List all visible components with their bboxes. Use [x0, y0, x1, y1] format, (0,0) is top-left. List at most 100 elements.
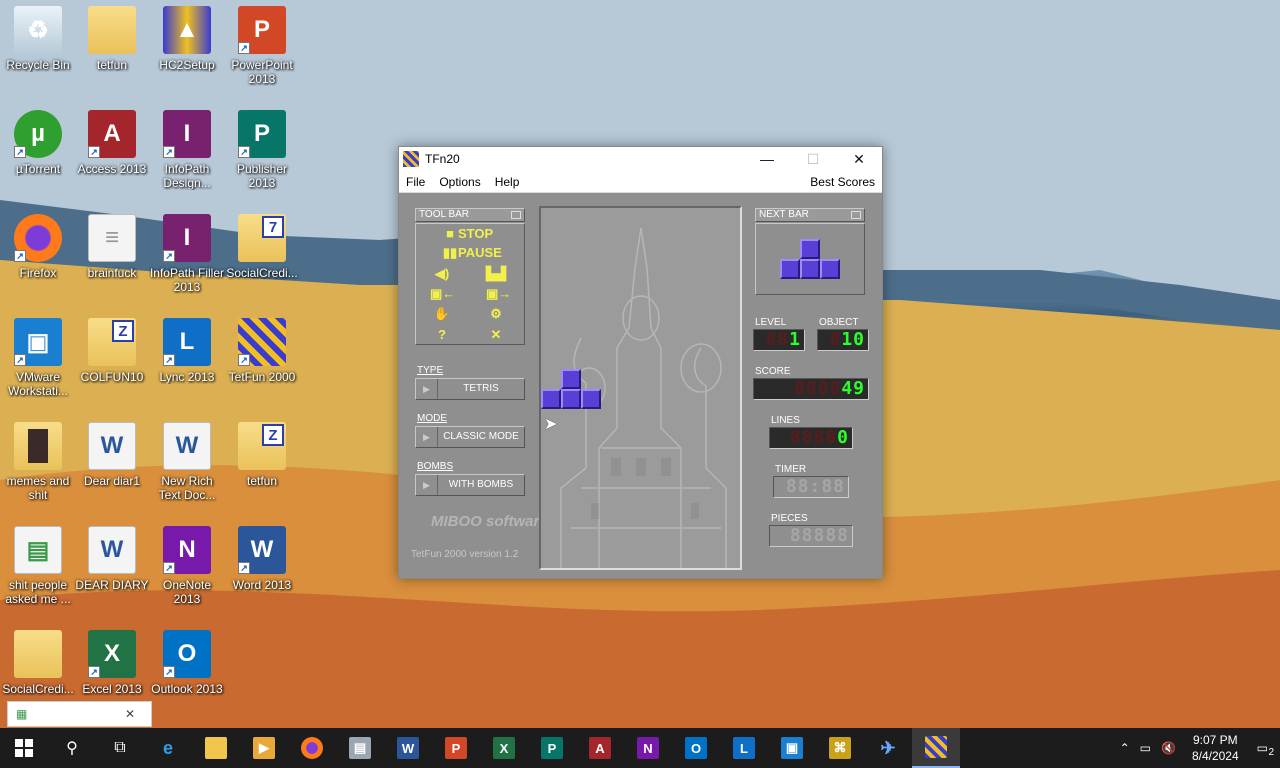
- score-label: SCORE: [755, 366, 791, 377]
- hc2setup-file[interactable]: ▲ HC2Setup: [149, 6, 225, 106]
- taskbar-control-panel[interactable]: ▤: [336, 728, 384, 768]
- taskbar-app-yellow[interactable]: ⌘: [816, 728, 864, 768]
- onenote-shortcut[interactable]: N ↗ OneNote 2013: [149, 526, 225, 626]
- menu-options[interactable]: Options: [432, 175, 487, 189]
- collapse-icon[interactable]: [851, 211, 861, 219]
- network-icon[interactable]: ▭: [1136, 741, 1155, 755]
- access-icon: A: [589, 737, 611, 759]
- rich-text-doc[interactable]: W New Rich Text Doc...: [149, 422, 225, 522]
- taskbar-excel[interactable]: X: [480, 728, 528, 768]
- onenote-icon: N ↗: [163, 526, 211, 574]
- chevron-up-icon[interactable]: ⌃: [1114, 741, 1136, 755]
- taskbar-outlook[interactable]: O: [672, 728, 720, 768]
- minimize-button[interactable]: —: [744, 147, 790, 171]
- menu-file[interactable]: File: [399, 175, 432, 189]
- arrow-right-icon[interactable]: ▶: [416, 427, 438, 447]
- vmware-shortcut[interactable]: ▣ ↗ VMware Workstati...: [0, 318, 76, 418]
- infopath-filler-shortcut[interactable]: I ↗ InfoPath Filler 2013: [149, 214, 225, 314]
- bombs-value: WITH BOMBS: [448, 479, 514, 490]
- exit-icon[interactable]: ✕: [486, 327, 506, 343]
- outlook-shortcut[interactable]: O ↗ Outlook 2013: [149, 630, 225, 730]
- mouse-cursor-icon: ➤: [544, 416, 558, 433]
- lync-shortcut[interactable]: L ↗ Lync 2013: [149, 318, 225, 418]
- taskbar-media-player[interactable]: ▶: [240, 728, 288, 768]
- game-playfield[interactable]: ➤: [539, 206, 742, 570]
- word-doc-dear-diary[interactable]: W DEAR DIARY: [74, 526, 150, 626]
- menu-best-scores[interactable]: Best Scores: [803, 175, 882, 189]
- tetfun-icon: [925, 736, 947, 758]
- taskbar-thumbnail-preview[interactable]: ▦ ✕: [7, 701, 152, 727]
- brainfuck-file[interactable]: ≡ brainfuck: [74, 214, 150, 314]
- search-button[interactable]: ⚲: [48, 728, 96, 768]
- tetfun-zip[interactable]: Z tetfun: [224, 422, 300, 522]
- desktop-icon-label: µTorrent: [15, 162, 61, 176]
- taskbar-vmware[interactable]: ▣: [768, 728, 816, 768]
- socialcredit-zip[interactable]: 7 SocialCredi...: [224, 214, 300, 314]
- trash-icon: ♻: [14, 6, 62, 54]
- tetfun-folder[interactable]: tetfun: [74, 6, 150, 106]
- load-icon[interactable]: ▣←: [430, 286, 455, 302]
- media-player-icon: ▶: [253, 737, 275, 759]
- publisher-icon: P ↗: [238, 110, 286, 158]
- tetfun2000-shortcut[interactable]: ↗ TetFun 2000: [224, 318, 300, 418]
- app-icon: ▦: [16, 707, 28, 721]
- access-icon: A ↗: [88, 110, 136, 158]
- word-doc-dear-diar1[interactable]: W Dear diar1: [74, 422, 150, 522]
- settings-icon[interactable]: ⚙: [486, 306, 506, 322]
- blocks-icon[interactable]: ▙▟: [486, 266, 506, 282]
- arrow-right-icon[interactable]: ▶: [416, 475, 438, 495]
- close-icon[interactable]: ✕: [125, 707, 135, 721]
- start-button[interactable]: [0, 728, 48, 768]
- recycle-bin-icon[interactable]: ♻ Recycle Bin: [0, 6, 76, 106]
- taskbar-app-bird[interactable]: ✈: [864, 728, 912, 768]
- access-shortcut[interactable]: A ↗ Access 2013: [74, 110, 150, 210]
- type-value: TETRIS: [463, 383, 499, 394]
- vmware-icon: ▣ ↗: [14, 318, 62, 366]
- sound-icon[interactable]: ◀): [432, 266, 452, 282]
- window-titlebar[interactable]: TFn20 — ☐ ✕: [399, 147, 882, 171]
- taskbar-tetfun[interactable]: [912, 728, 960, 768]
- close-button[interactable]: ✕: [836, 147, 882, 171]
- desktop-icon-label: Outlook 2013: [151, 682, 223, 696]
- taskbar-internet-explorer[interactable]: e: [144, 728, 192, 768]
- taskbar-access[interactable]: A: [576, 728, 624, 768]
- utorrent-shortcut[interactable]: µ ↗ µTorrent: [0, 110, 76, 210]
- clock[interactable]: 9:07 PM 8/4/2024: [1182, 732, 1249, 764]
- taskbar-powerpoint[interactable]: P: [432, 728, 480, 768]
- taskbar-lync[interactable]: L: [720, 728, 768, 768]
- score-display: 888849: [753, 378, 869, 400]
- toolbar-panel: ■ STOP ▮▮ PAUSE ◀) ▙▟ ▣← ▣→ ✋ ⚙ ? ✕: [415, 223, 525, 345]
- infopath-icon: I ↗: [163, 214, 211, 262]
- save-icon[interactable]: ▣→: [486, 286, 511, 302]
- menu-help[interactable]: Help: [488, 175, 527, 189]
- publisher-shortcut[interactable]: P ↗ Publisher 2013: [224, 110, 300, 210]
- volume-muted-icon[interactable]: 🔇: [1155, 741, 1182, 755]
- taskbar-firefox[interactable]: [288, 728, 336, 768]
- pause-button[interactable]: PAUSE: [458, 245, 502, 260]
- bombs-selector[interactable]: ▶ WITH BOMBS: [415, 474, 525, 496]
- taskbar-onenote[interactable]: N: [624, 728, 672, 768]
- task-view-button[interactable]: ⧉: [96, 728, 144, 768]
- help-icon[interactable]: ?: [432, 327, 452, 343]
- clock-date: 8/4/2024: [1191, 749, 1239, 763]
- powerpoint-shortcut[interactable]: P ↗ PowerPoint 2013: [224, 6, 300, 106]
- hand-icon[interactable]: ✋: [432, 306, 452, 322]
- infopath-designer-shortcut[interactable]: I ↗ InfoPath Design...: [149, 110, 225, 210]
- arrow-right-icon[interactable]: ▶: [416, 379, 438, 399]
- text-file-shortcut[interactable]: ▤ shit people asked me ...: [0, 526, 76, 626]
- collapse-icon[interactable]: [511, 211, 521, 219]
- game-client-area: TOOL BAR ■ STOP ▮▮ PAUSE ◀) ▙▟ ▣← ▣→ ✋ ⚙…: [399, 193, 882, 578]
- taskbar-publisher[interactable]: P: [528, 728, 576, 768]
- taskbar-file-explorer[interactable]: [192, 728, 240, 768]
- next-piece-block: [780, 259, 800, 279]
- taskbar-word[interactable]: W: [384, 728, 432, 768]
- tetfun-window: TFn20 — ☐ ✕ File Options Help Best Score…: [398, 146, 883, 579]
- word-shortcut[interactable]: W ↗ Word 2013: [224, 526, 300, 626]
- memes-folder[interactable]: memes and shit: [0, 422, 76, 522]
- stop-button[interactable]: STOP: [458, 226, 493, 241]
- type-selector[interactable]: ▶ TETRIS: [415, 378, 525, 400]
- firefox-shortcut[interactable]: ↗ Firefox: [0, 214, 76, 314]
- mode-selector[interactable]: ▶ CLASSIC MODE: [415, 426, 525, 448]
- notification-center-button[interactable]: ▭ 2: [1249, 741, 1280, 758]
- colfun-folder[interactable]: Z COLFUN10: [74, 318, 150, 418]
